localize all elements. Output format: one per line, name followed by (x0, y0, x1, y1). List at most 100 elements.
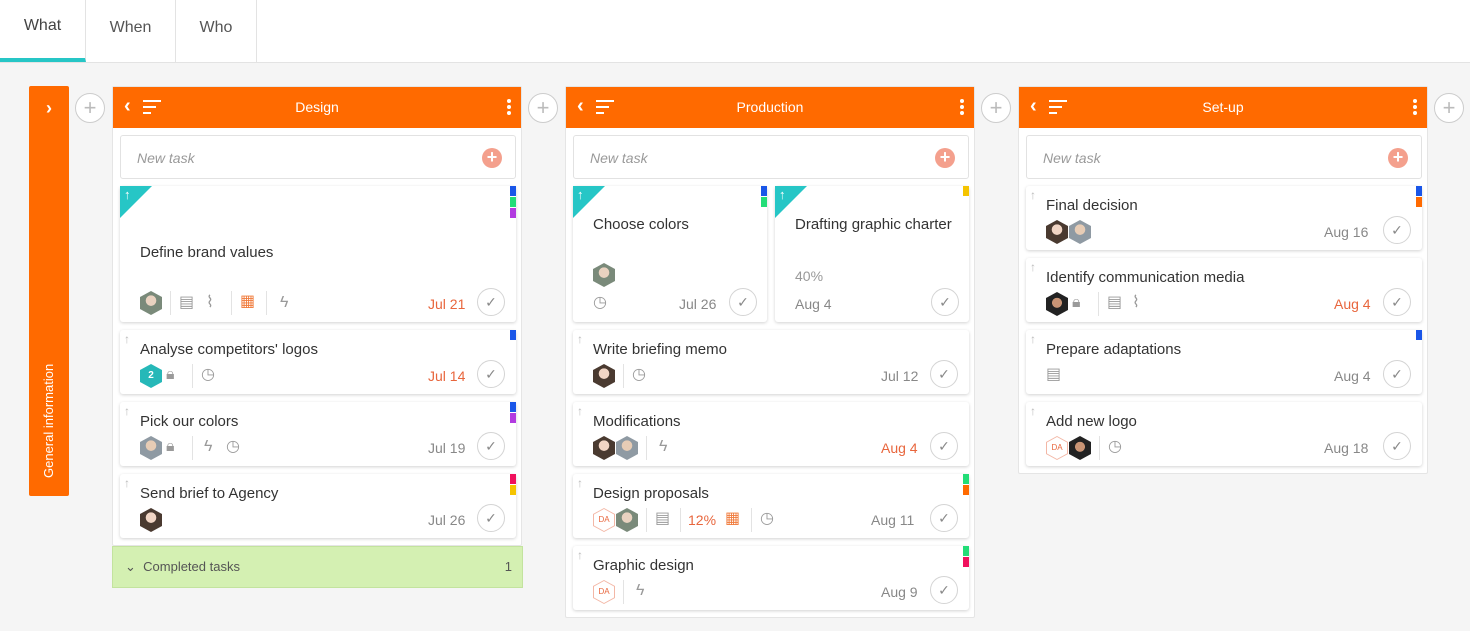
complete-check-button[interactable]: ✓ (477, 504, 505, 532)
complete-check-button[interactable]: ✓ (1383, 216, 1411, 244)
complete-check-button[interactable]: ✓ (477, 360, 505, 388)
task-title: Write briefing memo (593, 341, 727, 358)
avatar[interactable] (616, 436, 638, 460)
column-title: Production (736, 99, 804, 115)
task-card[interactable]: ↑ Identify communication media 🔒︎ ▤ ⌇ Au… (1026, 258, 1422, 322)
priority-arrow-icon: ↑ (577, 404, 583, 418)
complete-check-button[interactable]: ✓ (930, 360, 958, 388)
divider (646, 508, 647, 532)
tab-what[interactable]: What (0, 0, 86, 62)
collapsed-column-general-information[interactable]: › General information (29, 86, 69, 496)
complete-check-button[interactable]: ✓ (931, 288, 959, 316)
column-title: Design (295, 99, 339, 115)
tag-flags (510, 474, 516, 496)
completed-tasks-toggle[interactable]: ⌄ Completed tasks 1 (112, 546, 523, 588)
expand-chevron-icon[interactable]: › (29, 98, 69, 119)
task-title: Graphic design (593, 557, 694, 574)
avatar[interactable] (1046, 292, 1068, 316)
task-card[interactable]: ↑ Send brief to Agency Jul 26 ✓ (120, 474, 516, 538)
task-card[interactable]: ↑ Final decision Aug 16 ✓ (1026, 186, 1422, 250)
task-card[interactable]: ↑ Choose colors ◷ Jul 26 ✓ (573, 186, 767, 322)
due-date: Jul 19 (428, 440, 466, 456)
avatar[interactable] (140, 508, 162, 532)
complete-check-button[interactable]: ✓ (930, 504, 958, 532)
lightning-icon: ϟ (204, 438, 213, 455)
divider (1098, 292, 1099, 316)
task-card[interactable]: ↑ Prepare adaptations ▤ Aug 4 ✓ (1026, 330, 1422, 394)
avatar[interactable] (1069, 436, 1091, 460)
avatar-count[interactable]: 2 (140, 364, 162, 388)
add-task-icon[interactable]: + (935, 148, 955, 168)
due-date: Jul 26 (428, 512, 466, 528)
tab-when[interactable]: When (86, 0, 176, 62)
avatar[interactable] (1046, 220, 1068, 244)
new-task-input[interactable]: New task + (1026, 135, 1422, 179)
column-header: ‹ Set-up (1019, 87, 1427, 128)
column-header: ‹ Design (113, 87, 521, 128)
avatar[interactable] (593, 436, 615, 460)
priority-arrow-icon: ↑ (1030, 404, 1036, 418)
new-task-placeholder: New task (590, 150, 648, 166)
task-card[interactable]: ↑ Analyse competitors' logos 2 🔒︎ ◷ Jul … (120, 330, 516, 394)
comment-icon: ▤ (179, 294, 195, 311)
add-task-icon[interactable]: + (1388, 148, 1408, 168)
progress-percent: 40% (795, 268, 824, 284)
task-title: Pick our colors (140, 413, 239, 430)
add-column-button[interactable]: + (981, 93, 1011, 123)
task-card[interactable]: ↑ Drafting graphic charter 40% Aug 4 ✓ (775, 186, 969, 322)
complete-check-button[interactable]: ✓ (477, 432, 505, 460)
due-date: Aug 4 (881, 440, 918, 456)
task-card[interactable]: ↑ Design proposals DA ▤ 12% ▦ ◷ Aug 11 ✓ (573, 474, 969, 538)
more-options-icon[interactable] (507, 99, 511, 117)
add-column-button[interactable]: + (1434, 93, 1464, 123)
task-card[interactable]: ↑ Add new logo DA ◷ Aug 18 ✓ (1026, 402, 1422, 466)
avatar[interactable] (140, 436, 162, 460)
add-column-button[interactable]: + (75, 93, 105, 123)
divider (646, 436, 647, 460)
task-card[interactable]: ↑ Pick our colors 🔒︎ ϟ ◷ Jul 19 ✓ (120, 402, 516, 466)
more-options-icon[interactable] (960, 99, 964, 117)
comment-icon: ▤ (1107, 294, 1123, 311)
divider (623, 580, 624, 604)
new-task-input[interactable]: New task + (573, 135, 969, 179)
add-column-button[interactable]: + (528, 93, 558, 123)
clock-icon: ◷ (632, 366, 646, 383)
avatar-initials[interactable]: DA (593, 508, 615, 532)
divider (170, 291, 171, 315)
due-date: Aug 9 (881, 584, 918, 600)
task-card[interactable]: ↑ Write briefing memo ◷ Jul 12 ✓ (573, 330, 969, 394)
lightning-icon: ϟ (659, 438, 668, 455)
complete-check-button[interactable]: ✓ (930, 432, 958, 460)
complete-check-button[interactable]: ✓ (1383, 288, 1411, 316)
avatar[interactable] (616, 508, 638, 532)
avatar-initials[interactable]: DA (593, 580, 615, 604)
task-card[interactable]: ↑ Define brand values ▤ ⌇ ▦ ϟ Jul 21 ✓ (120, 186, 516, 322)
avatar[interactable] (593, 364, 615, 388)
new-task-placeholder: New task (137, 150, 195, 166)
more-options-icon[interactable] (1413, 99, 1417, 117)
due-date: Aug 4 (795, 296, 832, 312)
avatar[interactable] (140, 291, 162, 315)
avatar-initials[interactable]: DA (1046, 436, 1068, 460)
priority-arrow-icon: ↑ (124, 187, 131, 202)
complete-check-button[interactable]: ✓ (477, 288, 505, 316)
due-date: Aug 18 (1324, 440, 1369, 456)
task-card[interactable]: ↑ Modifications ϟ Aug 4 ✓ (573, 402, 969, 466)
complete-check-button[interactable]: ✓ (1383, 432, 1411, 460)
complete-check-button[interactable]: ✓ (930, 576, 958, 604)
due-date: Aug 4 (1334, 368, 1371, 384)
avatar[interactable] (1069, 220, 1091, 244)
divider (680, 508, 681, 532)
new-task-input[interactable]: New task + (120, 135, 516, 179)
tab-who[interactable]: Who (176, 0, 257, 62)
task-card[interactable]: ↑ Graphic design DA ϟ Aug 9 ✓ (573, 546, 969, 610)
due-date: Aug 4 (1334, 296, 1371, 312)
task-title: Design proposals (593, 485, 709, 502)
complete-check-button[interactable]: ✓ (729, 288, 757, 316)
column-design: ‹ Design New task + ↑ Define brand value… (112, 86, 523, 588)
avatar[interactable] (593, 263, 615, 287)
add-task-icon[interactable]: + (482, 148, 502, 168)
complete-check-button[interactable]: ✓ (1383, 360, 1411, 388)
task-title: Send brief to Agency (140, 485, 279, 502)
due-date: Jul 26 (679, 296, 717, 312)
